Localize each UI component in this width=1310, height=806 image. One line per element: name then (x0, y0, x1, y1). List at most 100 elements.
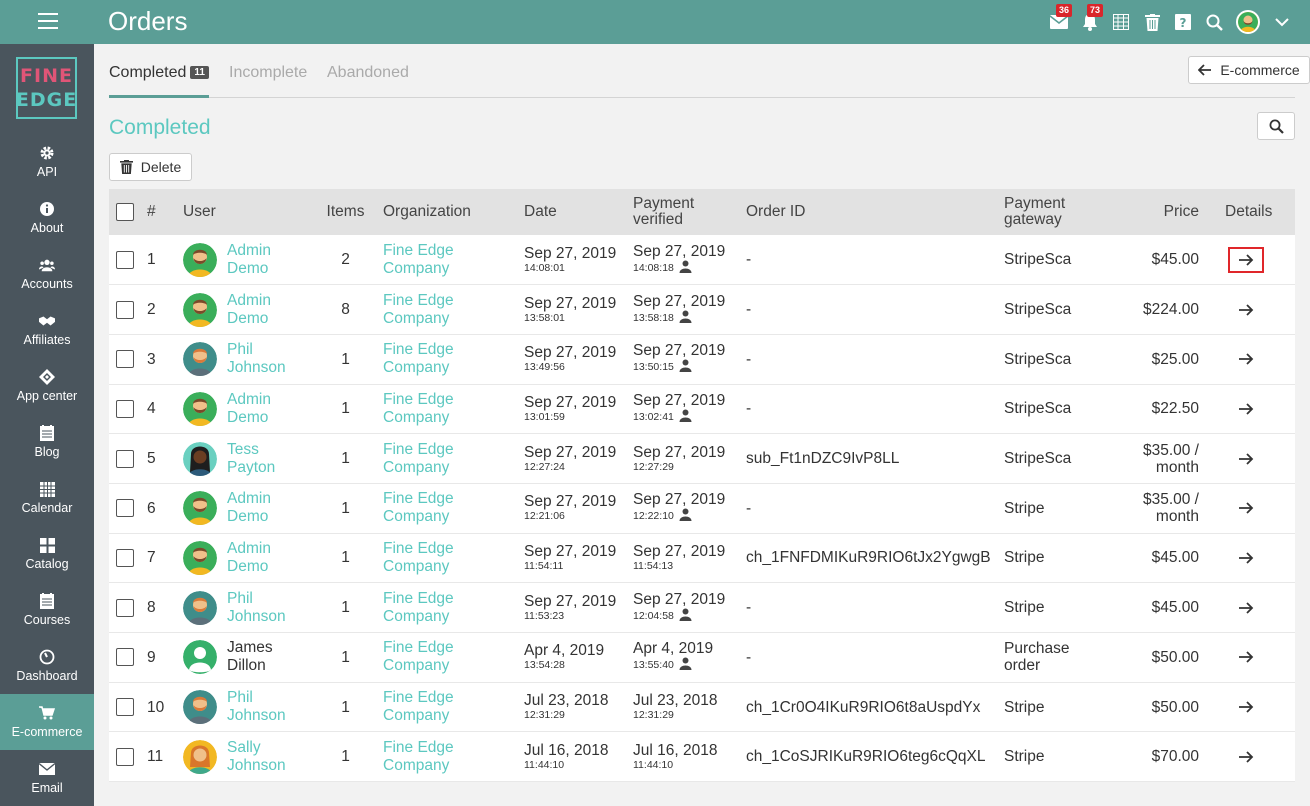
row-checkbox[interactable] (116, 648, 134, 667)
tab-incomplete[interactable]: Incomplete (229, 64, 307, 82)
user[interactable]: Tess Payton (183, 441, 308, 477)
row-checkbox[interactable] (116, 449, 134, 468)
details-button[interactable] (1228, 446, 1264, 472)
fine-edge-logo[interactable]: FINE EDGE (16, 57, 77, 119)
details-button[interactable] (1228, 346, 1264, 372)
organization-link[interactable]: Fine Edge Company (383, 689, 516, 725)
sidebar-item-about[interactable]: About (0, 190, 94, 246)
organization-link[interactable]: Fine Edge Company (383, 391, 516, 427)
details-cell (1221, 384, 1295, 434)
organization-link[interactable]: Fine Edge Company (383, 639, 516, 675)
user-name[interactable]: Phil Johnson (227, 689, 286, 725)
user-name[interactable]: Phil Johnson (227, 341, 286, 377)
user-name[interactable]: Phil Johnson (227, 590, 286, 626)
organization-link[interactable]: Fine Edge Company (383, 739, 516, 775)
sidebar-item-blog[interactable]: Blog (0, 414, 94, 470)
user-name[interactable]: Tess Payton (227, 441, 275, 477)
details-button[interactable] (1228, 644, 1264, 670)
hamburger-menu-icon[interactable] (38, 13, 58, 31)
user-name: James Dillon (227, 639, 273, 675)
details-button[interactable] (1228, 595, 1264, 621)
sidebar-item-label: Accounts (21, 277, 73, 291)
table-icon[interactable] (1111, 12, 1131, 32)
row-checkbox[interactable] (116, 399, 134, 418)
table-header-row: # User Items Organization Date Payment v… (109, 189, 1295, 235)
row-checkbox[interactable] (116, 350, 134, 369)
organization-link[interactable]: Fine Edge Company (383, 292, 516, 328)
chevron-down-icon[interactable] (1272, 12, 1292, 32)
row-checkbox[interactable] (116, 300, 134, 319)
person-icon (679, 657, 692, 674)
tab-abandoned[interactable]: Abandoned (327, 64, 409, 82)
col-header-user: User (183, 203, 216, 220)
details-button[interactable] (1228, 744, 1264, 770)
row-checkbox[interactable] (116, 499, 134, 518)
user[interactable]: Admin Demo (183, 292, 308, 328)
sidebar-item-catalog[interactable]: Catalog (0, 526, 94, 582)
user[interactable]: Admin Demo (183, 391, 308, 427)
tab-completed[interactable]: Completed 11 (109, 64, 209, 82)
user-name[interactable]: Admin Demo (227, 540, 271, 576)
payment-gateway: Stripe (1004, 698, 1045, 716)
user[interactable]: Phil Johnson (183, 689, 308, 725)
delete-button[interactable]: Delete (109, 153, 192, 181)
organization-link[interactable]: Fine Edge Company (383, 242, 516, 278)
sidebar-item-accounts[interactable]: Accounts (0, 246, 94, 302)
user[interactable]: Admin Demo (183, 540, 308, 576)
select-all-checkbox[interactable] (116, 203, 134, 221)
details-button[interactable] (1228, 694, 1264, 720)
user[interactable]: Sally Johnson (183, 739, 308, 775)
table-row: 3 Phil Johnson 1 Fine Edge Company Sep 27, 201… (109, 334, 1295, 385)
details-button[interactable] (1228, 396, 1264, 422)
user-name[interactable]: Sally Johnson (227, 739, 286, 775)
organization-link[interactable]: Fine Edge Company (383, 341, 516, 377)
search-button[interactable] (1257, 112, 1295, 140)
trash-icon[interactable] (1142, 12, 1162, 32)
user[interactable]: Phil Johnson (183, 341, 308, 377)
row-checkbox[interactable] (116, 698, 134, 717)
row-number: 10 (147, 698, 165, 716)
user[interactable]: Admin Demo (183, 242, 308, 278)
user-first-name: Admin (227, 390, 271, 408)
details-button[interactable] (1228, 545, 1264, 571)
user-avatar[interactable] (1235, 10, 1261, 34)
user-name[interactable]: Admin Demo (227, 391, 271, 427)
user-name[interactable]: Admin Demo (227, 292, 271, 328)
details-button[interactable] (1228, 246, 1264, 273)
sidebar-item-label: Dashboard (16, 669, 78, 683)
details-button[interactable] (1228, 297, 1264, 323)
row-checkbox[interactable] (116, 250, 134, 269)
arrow-right-icon (1238, 602, 1254, 614)
bell-icon[interactable]: 73 (1080, 4, 1104, 32)
payment-gateway: Purchase order (1000, 633, 1101, 683)
sidebar-item-app-center[interactable]: App center (0, 358, 94, 414)
sidebar-item-affiliates[interactable]: Affiliates (0, 302, 94, 358)
person-icon (679, 508, 692, 525)
sidebar-item-calendar[interactable]: Calendar (0, 470, 94, 526)
sidebar-item-api[interactable]: API (0, 134, 94, 190)
organization-link[interactable]: Fine Edge Company (383, 441, 516, 477)
user[interactable]: Admin Demo (183, 490, 308, 526)
row-checkbox[interactable] (116, 747, 134, 766)
table-row: 11 Sally Johnson 1 Fine Edge Company Jul 16, 2… (109, 732, 1295, 782)
row-number: 1 (147, 251, 156, 269)
user[interactable]: Phil Johnson (183, 590, 308, 626)
sidebar-item-courses[interactable]: Courses (0, 582, 94, 638)
organization-link[interactable]: Fine Edge Company (383, 490, 516, 526)
organization-link[interactable]: Fine Edge Company (383, 540, 516, 576)
row-checkbox[interactable] (116, 548, 134, 567)
cart-icon (39, 705, 55, 721)
user-name[interactable]: Admin Demo (227, 242, 271, 278)
search-icon[interactable] (1204, 12, 1224, 32)
row-checkbox[interactable] (116, 598, 134, 617)
sidebar-item-e-commerce[interactable]: E-commerce (0, 694, 94, 750)
details-cell (1221, 533, 1295, 583)
help-icon[interactable]: ? (1173, 12, 1193, 32)
sidebar-item-dashboard[interactable]: Dashboard (0, 638, 94, 694)
mail-icon[interactable]: 36 (1049, 4, 1073, 32)
organization-link[interactable]: Fine Edge Company (383, 590, 516, 626)
user-name[interactable]: Admin Demo (227, 490, 271, 526)
details-button[interactable] (1228, 495, 1264, 521)
sidebar-item-email[interactable]: Email (0, 750, 94, 806)
back-to-ecommerce-button[interactable]: E-commerce (1188, 56, 1310, 84)
